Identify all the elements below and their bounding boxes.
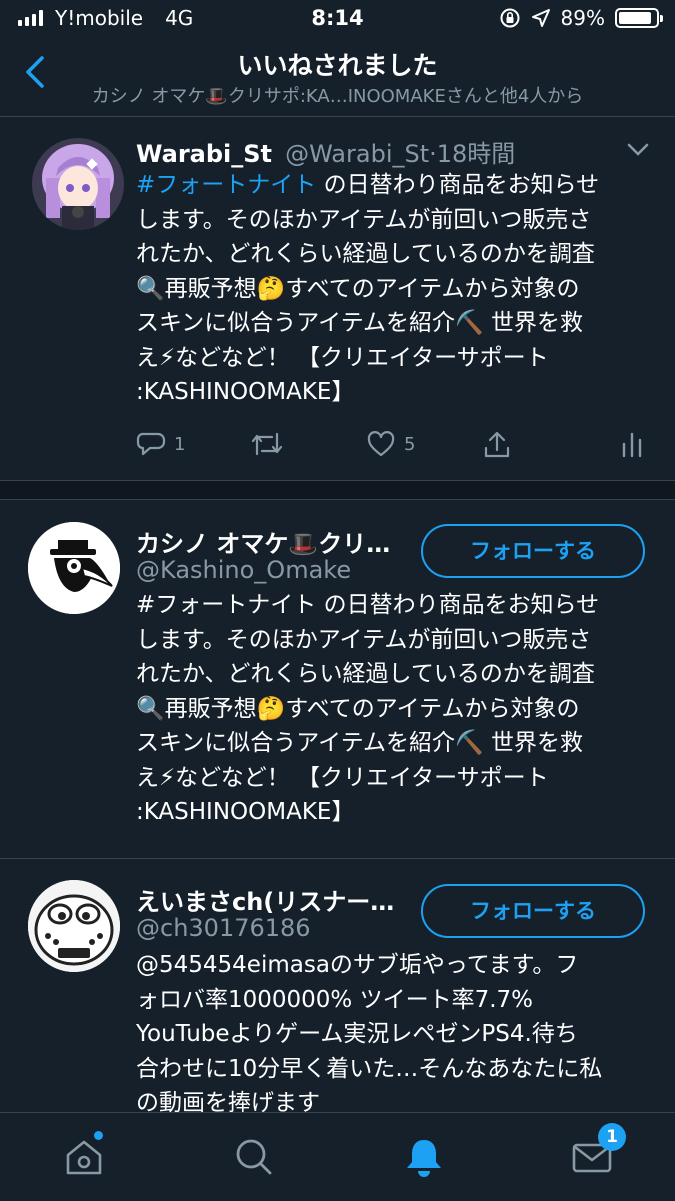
bio-line: #フォートナイト の日替わり商品をお知らせ xyxy=(136,592,600,618)
bio-line: え⚡などなど！ 【クリエイターサポート xyxy=(136,764,549,791)
bio-line: します。そのほかアイテムが前回いつ販売さ xyxy=(136,626,592,653)
tweet-line: スキンに似合うアイテムを紹介⛏️ 世界を救 xyxy=(136,310,583,336)
tab-home[interactable] xyxy=(62,1135,106,1179)
user-bio: @545454eimasaのサブ垢やってます。フ ォロバ率1000000% ツイ… xyxy=(136,948,656,1121)
user-handle[interactable]: @ch30176186 xyxy=(136,914,311,942)
tweet-timestamp: ·18時間 xyxy=(429,140,516,168)
location-arrow-icon xyxy=(531,9,550,27)
user-cell[interactable]: カシノ オマケ🎩クリ… @Kashino_Omake フォローする #フォートナ… xyxy=(0,500,675,859)
bio-line: 合わせに10分早く着いた…そんなあなたに私 xyxy=(136,1055,603,1082)
section-divider xyxy=(0,480,675,500)
share-icon xyxy=(484,431,510,458)
tab-search[interactable] xyxy=(232,1135,276,1179)
retweet-icon xyxy=(251,432,283,456)
user-display-name[interactable]: カシノ オマケ🎩クリ… xyxy=(136,524,390,559)
bottom-tab-bar: 1 xyxy=(0,1112,675,1201)
messages-badge: 1 xyxy=(598,1123,626,1151)
battery-percent: 89% xyxy=(560,6,605,30)
bio-line: :KASHINOOMAKE】 xyxy=(136,799,355,825)
avatar[interactable] xyxy=(28,522,120,614)
home-icon xyxy=(66,1140,102,1175)
bio-line: YouTubeよりゲーム実況レペゼンPS4.待ち xyxy=(136,1021,578,1047)
bell-icon xyxy=(407,1140,441,1177)
home-unread-dot xyxy=(94,1131,103,1140)
retweet-button[interactable] xyxy=(250,430,284,458)
anime-character-avatar xyxy=(32,138,124,230)
avatar[interactable] xyxy=(32,138,124,230)
reply-count: 1 xyxy=(174,433,186,455)
bio-line: ォロバ率1000000% ツイート率7.7% xyxy=(136,986,534,1013)
reply-icon xyxy=(136,432,166,456)
tweet-actions: 1 5 xyxy=(136,430,646,470)
tweet-line: れたか、どれくらい経過しているのかを調査 xyxy=(136,241,595,267)
tweet-text: #フォートナイト の日替わり商品をお知らせ します。そのほかアイテムが前回いつ販… xyxy=(136,168,656,410)
tweet-line: #フォートナイト の日替わり商品をお知らせ xyxy=(136,168,656,203)
bio-line: 🔍再販予想🤔すべてのアイテムから対象の xyxy=(136,695,580,722)
cartoon-face-avatar xyxy=(28,880,120,972)
page-title: いいねされました xyxy=(237,51,438,80)
follow-button[interactable]: フォローする xyxy=(421,884,645,938)
plague-doctor-avatar xyxy=(28,522,120,614)
user-display-name[interactable]: えいまさch(リスナー… xyxy=(136,882,394,917)
tweet-line-text: の日替わり商品をお知らせ xyxy=(316,172,600,198)
analytics-button[interactable] xyxy=(620,430,644,458)
navigation-header: いいねされました カシノ オマケ🎩クリサポ:KA…INOOMAKEさんと他4人か… xyxy=(0,38,675,117)
chevron-down-icon[interactable] xyxy=(626,142,650,158)
like-count: 5 xyxy=(404,433,416,455)
user-handle[interactable]: @Kashino_Omake xyxy=(136,556,351,584)
bio-line: @545454eimasaのサブ垢やってます。フ xyxy=(136,952,579,978)
like-button[interactable]: 5 xyxy=(366,430,415,458)
liked-tweet[interactable]: Warabi_St @Warabi_St·18時間 #フォートナイト の日替わり… xyxy=(0,120,675,480)
follow-button[interactable]: フォローする xyxy=(421,524,645,578)
heart-icon xyxy=(367,431,395,457)
battery-icon xyxy=(615,8,663,28)
user-cell[interactable]: えいまさch(リスナー… @ch30176186 フォローする @545454e… xyxy=(0,860,675,1116)
analytics-icon xyxy=(622,432,642,458)
page-subtitle: カシノ オマケ🎩クリサポ:KA…INOOMAKEさんと他4人から xyxy=(91,86,584,107)
status-bar: Y!mobile 4G 8:14 89% xyxy=(0,0,675,38)
tweet-line: します。そのほかアイテムが前回いつ販売さ xyxy=(136,206,592,233)
tweet-line: え⚡などなど！ 【クリエイターサポート xyxy=(136,344,549,371)
bio-line: れたか、どれくらい経過しているのかを調査 xyxy=(136,661,595,687)
tweet-line: 🔍再販予想🤔すべてのアイテムから対象の xyxy=(136,275,580,302)
hashtag-link[interactable]: #フォートナイト xyxy=(136,172,316,198)
share-button[interactable] xyxy=(482,430,512,460)
tweet-line: :KASHINOOMAKE】 xyxy=(136,379,355,405)
tab-notifications[interactable] xyxy=(402,1135,446,1179)
search-icon xyxy=(236,1139,272,1175)
user-bio: #フォートナイト の日替わり商品をお知らせ します。そのほかアイテムが前回いつ販… xyxy=(136,588,656,830)
rotation-lock-icon xyxy=(500,8,520,28)
avatar[interactable] xyxy=(28,880,120,972)
author-name[interactable]: Warabi_St xyxy=(136,140,272,168)
status-bar-right: 89% xyxy=(499,6,663,30)
reply-button[interactable]: 1 xyxy=(136,430,185,458)
bio-line: スキンに似合うアイテムを紹介⛏️ 世界を救 xyxy=(136,730,583,756)
author-handle[interactable]: @Warabi_St xyxy=(285,140,429,168)
battery-level xyxy=(619,12,652,24)
